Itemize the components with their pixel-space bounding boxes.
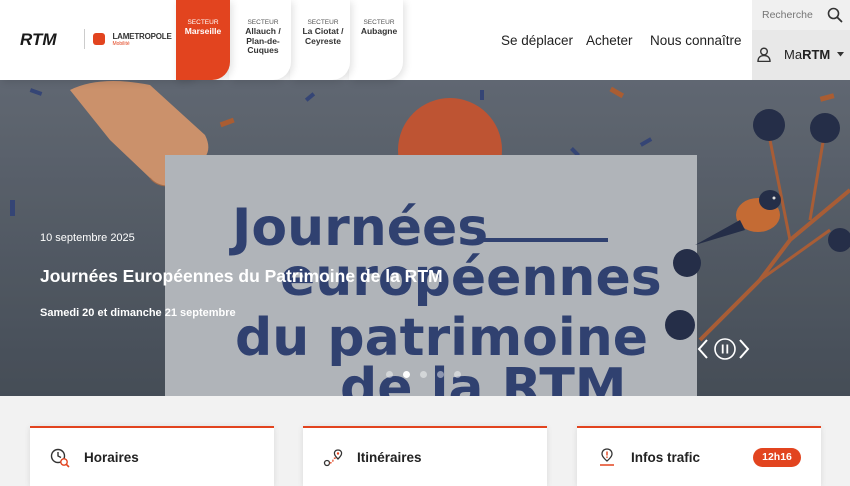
carousel-dot-active[interactable] [403,371,410,378]
sector-tab-aubagne[interactable]: Secteur Aubagne [349,0,403,80]
search-icon[interactable] [827,7,843,23]
card-infos-trafic[interactable]: Infos trafic 12h16 [577,426,821,486]
account-button[interactable]: MaRTM [752,30,850,80]
metropole-name: LAMETROPOLE [112,32,172,41]
quick-access-cards: Horaires Itinéraires Infos trafic 12h16 [0,396,850,486]
chevron-right-icon[interactable] [738,338,750,360]
header-tools: MaRTM [752,0,850,80]
carousel-dot[interactable] [386,371,393,378]
traffic-time-badge: 12h16 [753,448,801,467]
route-icon [323,449,343,467]
nav-nous-connaitre[interactable]: Nous connaître [650,33,742,48]
sector-name: La Ciotat / Ceyreste [302,26,344,46]
account-label: MaRTM [784,47,831,62]
traffic-pin-icon [600,448,614,466]
site-header: RTM LAMETROPOLE Mobilité Secteur Marseil… [0,0,850,80]
carousel-dot[interactable] [420,371,427,378]
card-title: Itinéraires [357,450,422,465]
metropole-sub: Mobilité [112,41,130,47]
card-title: Horaires [84,450,139,465]
logo-divider [84,29,85,49]
hero-subtitle: Samedi 20 et dimanche 21 septembre [40,307,236,319]
clock-search-icon [50,448,70,468]
sector-tab-la-ciotat[interactable]: Secteur La Ciotat / Ceyreste [290,0,350,80]
card-horaires[interactable]: Horaires [30,426,274,486]
carousel-dots [386,365,471,378]
card-itineraires[interactable]: Itinéraires [303,426,547,486]
sector-tab-allauch[interactable]: Secteur Allauch / Plan-de-Cuques [229,0,291,80]
pause-button[interactable] [714,338,736,360]
metropole-logo[interactable]: LAMETROPOLE Mobilité [93,32,172,50]
hero-date: 10 septembre 2025 [40,232,135,244]
hero-carousel[interactable]: Journées européennes du patrimoine de la… [0,80,850,396]
nav-acheter[interactable]: Acheter [586,33,633,48]
hero-title[interactable]: Journées Européennes du Patrimoine de la… [40,266,443,287]
card-title: Infos trafic [631,450,701,465]
carousel-dot[interactable] [454,371,461,378]
sector-name: Aubagne [360,26,398,36]
nav-se-deplacer[interactable]: Se déplacer [501,33,573,48]
user-icon [757,47,771,62]
rtm-logo-text: RTM [20,30,57,48]
search-input[interactable] [762,8,822,22]
logo-block[interactable]: RTM LAMETROPOLE Mobilité [0,0,200,80]
search-bar [752,0,850,30]
chevron-left-icon[interactable] [697,338,709,360]
sector-tab-marseille[interactable]: Secteur Marseille [176,0,230,80]
metropole-mark-icon [93,33,105,45]
sector-name: Marseille [184,26,222,36]
chevron-down-icon [837,52,844,57]
sector-name: Allauch / Plan-de-Cuques [245,26,281,55]
carousel-dot[interactable] [437,371,444,378]
rtm-logo[interactable]: RTM [20,30,72,48]
